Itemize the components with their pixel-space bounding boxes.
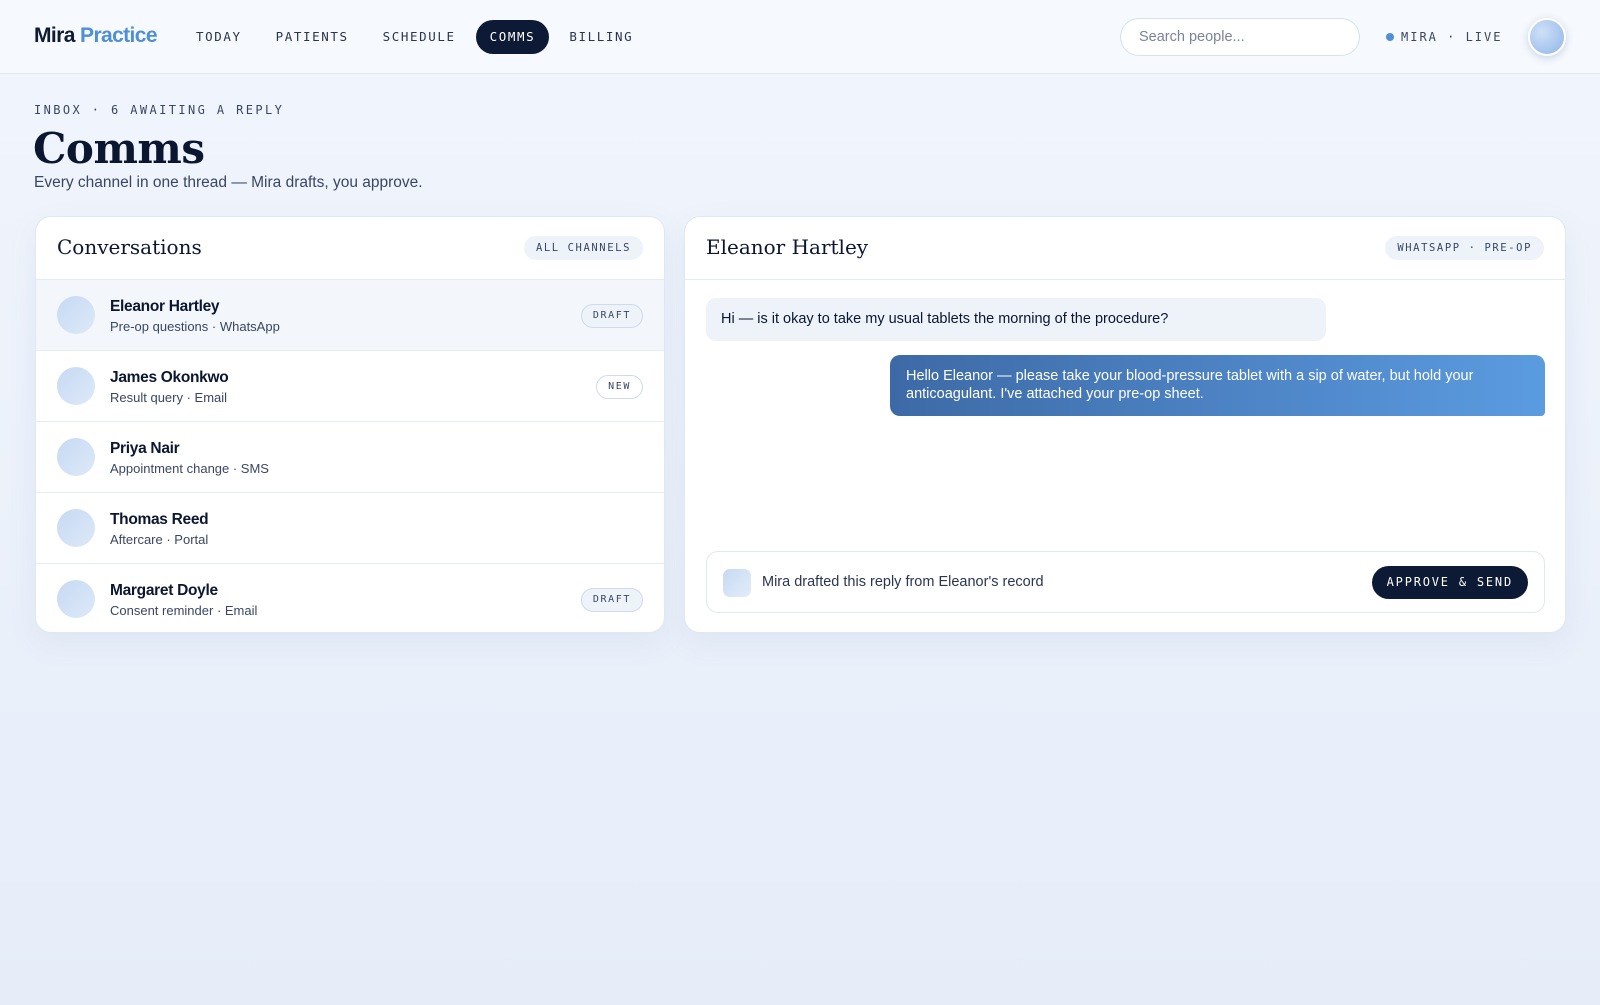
- avatar: [57, 438, 95, 476]
- thread-panel: Eleanor Hartley WHATSAPP · PRE-OP Hi — i…: [684, 216, 1566, 633]
- mira-status: MIRA · LIVE: [1386, 28, 1502, 46]
- conversation-item[interactable]: Margaret Doyle Consent reminder · Email …: [36, 564, 664, 632]
- conversation-name: Eleanor Hartley: [110, 298, 220, 315]
- status-badge: NEW: [596, 375, 643, 399]
- thread-contact-name: Eleanor Hartley: [706, 235, 869, 259]
- avatar: [57, 296, 95, 334]
- conversation-name: Margaret Doyle: [110, 582, 218, 599]
- page-title: Comms: [33, 124, 205, 173]
- nav-comms[interactable]: COMMS: [475, 20, 550, 54]
- conversation-name: Priya Nair: [110, 440, 180, 457]
- thread-channel-badge: WHATSAPP · PRE-OP: [1385, 236, 1544, 260]
- channel-filter[interactable]: ALL CHANNELS: [523, 236, 643, 260]
- conversations-title: Conversations: [57, 235, 202, 259]
- nav-billing[interactable]: BILLING: [555, 20, 647, 54]
- brand-name-primary: Mira: [34, 24, 75, 47]
- composer-note: Mira drafted this reply from Eleanor's r…: [762, 574, 1044, 590]
- conversation-subtitle: Pre-op questions · WhatsApp: [110, 319, 280, 334]
- outgoing-draft-message: Hello Eleanor — please take your blood-p…: [890, 355, 1545, 416]
- inbox-eyebrow: INBOX · 6 AWAITING A REPLY: [34, 103, 285, 117]
- nav-patients[interactable]: PATIENTS: [262, 20, 363, 54]
- nav-today[interactable]: TODAY: [182, 20, 256, 54]
- conversation-subtitle: Consent reminder · Email: [110, 603, 258, 618]
- search-input[interactable]: [1120, 18, 1360, 56]
- avatar: [57, 509, 95, 547]
- incoming-message: Hi — is it okay to take my usual tablets…: [706, 298, 1326, 341]
- avatar: [57, 580, 95, 618]
- conversation-item[interactable]: Eleanor Hartley Pre-op questions · Whats…: [36, 280, 664, 351]
- conversation-subtitle: Aftercare · Portal: [110, 532, 209, 547]
- status-label: MIRA · LIVE: [1401, 30, 1503, 44]
- conversation-item[interactable]: Thomas Reed Aftercare · Portal: [36, 493, 664, 564]
- conversation-name: James Okonkwo: [110, 369, 229, 386]
- approve-send-button[interactable]: APPROVE & SEND: [1371, 566, 1528, 599]
- live-dot-icon: [1386, 33, 1394, 41]
- conversation-list: Eleanor Hartley Pre-op questions · Whats…: [36, 280, 664, 632]
- status-badge: DRAFT: [580, 304, 643, 328]
- conversations-header: Conversations ALL CHANNELS: [36, 217, 664, 280]
- thread-header: Eleanor Hartley WHATSAPP · PRE-OP: [685, 217, 1565, 280]
- top-bar: Mira Practice TODAY PATIENTS SCHEDULE CO…: [0, 0, 1600, 74]
- conversation-name: Thomas Reed: [110, 511, 209, 528]
- user-avatar[interactable]: [1528, 18, 1566, 56]
- brand-logo[interactable]: Mira Practice: [34, 24, 158, 48]
- draft-composer: Mira drafted this reply from Eleanor's r…: [706, 551, 1545, 613]
- conversation-subtitle: Appointment change · SMS: [110, 461, 269, 476]
- brand-name-secondary: Practice: [80, 24, 158, 47]
- conversation-subtitle: Result query · Email: [110, 390, 228, 405]
- status-badge: DRAFT: [580, 588, 643, 612]
- page-subtitle: Every channel in one thread — Mira draft…: [34, 174, 423, 191]
- conversation-item[interactable]: James Okonkwo Result query · Email NEW: [36, 351, 664, 422]
- main-nav: TODAY PATIENTS SCHEDULE COMMS BILLING: [182, 20, 653, 54]
- nav-schedule[interactable]: SCHEDULE: [369, 20, 470, 54]
- mira-draft-icon: [723, 569, 751, 597]
- avatar: [57, 367, 95, 405]
- conversation-item[interactable]: Priya Nair Appointment change · SMS: [36, 422, 664, 493]
- conversations-panel: Conversations ALL CHANNELS Eleanor Hartl…: [35, 216, 665, 633]
